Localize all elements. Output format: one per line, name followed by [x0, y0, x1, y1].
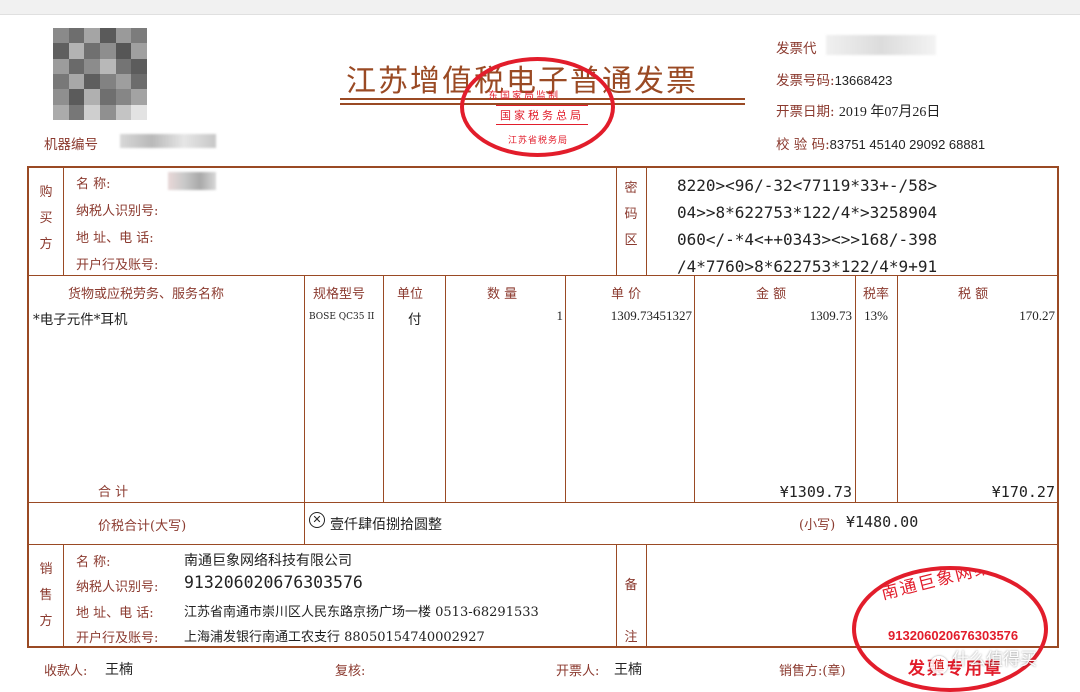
machine-no-label: 机器编号	[44, 137, 98, 153]
invoice-code-label: 发票代	[776, 41, 817, 57]
col-header-tax: 税 额	[958, 287, 989, 302]
frame-line-total-bottom	[27, 544, 1059, 545]
seller-bank-label: 开户行及账号:	[76, 631, 159, 646]
col-header-unit: 单位	[397, 287, 424, 302]
buyer-bank-label: 开户行及账号:	[76, 258, 159, 273]
tax-bureau-seal: 东国家局监制 国家税务总局 江苏省税务局	[460, 57, 615, 157]
item-name: *电子元件*耳机	[33, 312, 128, 328]
item-amount: 1309.73	[809, 308, 852, 323]
seller-name-label: 名 称:	[76, 555, 111, 570]
item-tax: 170.27	[1019, 308, 1055, 323]
seller-address-label: 地 址、电 话:	[76, 606, 154, 621]
invoice-no-label: 发票号码:	[776, 73, 835, 89]
col-header-price: 单 价	[611, 287, 642, 302]
seller-tax-id: 913206020676303576	[184, 573, 363, 592]
item-price: 1309.73451327	[610, 308, 692, 323]
item-spec: BOSE QC35 II	[309, 312, 375, 322]
remarks-side-label: 备 注	[624, 578, 638, 645]
cipher-line-2: 04>>8*622753*122/4*>3258904	[677, 203, 938, 222]
qr-code	[53, 28, 147, 120]
check-code-label: 校 验 码:	[776, 137, 830, 153]
col-header-spec: 规格型号	[313, 287, 366, 302]
viewer-top-bar	[0, 0, 1080, 15]
frame-right	[1057, 166, 1059, 648]
buyer-side-divider	[63, 166, 64, 276]
cipher-line-4: /4*7760>8*622753*122/4*9+91	[677, 257, 938, 276]
machine-no-redacted	[120, 134, 216, 148]
remarks-label-divider	[646, 545, 647, 647]
seal-bottom-line1: 南通巨象网络科技有限公司	[879, 566, 1048, 605]
grand-total-lower-label: (小写)	[799, 518, 836, 533]
invoice-date-value: 2019 年07月26日	[838, 105, 941, 120]
seal-bottom-line2: 913206020676303576	[888, 628, 1019, 643]
col-divider-unit	[383, 276, 384, 503]
invoice-code-redacted	[826, 35, 936, 55]
item-rate: 13%	[864, 308, 888, 323]
cipher-left-divider	[616, 166, 617, 276]
check-code-row: 校 验 码:83751 45140 29092 68881	[776, 133, 985, 153]
item-unit: 付	[408, 312, 422, 328]
seal-top-line3: 江苏省税务局	[508, 136, 569, 146]
invoice-no-row: 发票号码:13668423	[776, 69, 892, 89]
buyer-tax-id-label: 纳税人识别号:	[76, 204, 159, 219]
seller-address: 江苏省南通市崇川区人民东路京扬广场一楼 0513-68291533	[184, 605, 539, 620]
circle-x-icon: ✕	[309, 512, 325, 528]
buyer-name-redacted	[168, 172, 216, 190]
site-watermark: 值什么值得买	[930, 645, 1037, 674]
seller-side-label: 销 售 方	[39, 562, 53, 629]
col-header-amount: 金 额	[756, 287, 787, 302]
payee-value: 王楠	[105, 662, 133, 678]
seller-seal-label: 销售方:(章)	[779, 664, 846, 679]
seller-side-divider	[63, 545, 64, 647]
seal-top-line2: 国家税务总局	[496, 105, 588, 125]
frame-left	[27, 166, 29, 648]
watermark-text: 什么值得买	[952, 650, 1037, 670]
buyer-side-label: 购 买 方	[39, 185, 53, 252]
issuer-label: 开票人:	[556, 664, 600, 679]
frame-line-items-bottom	[27, 502, 1059, 503]
payee-label: 收款人:	[44, 664, 88, 679]
total-amount: ¥1309.73	[779, 483, 852, 501]
item-qty: 1	[556, 308, 564, 323]
invoice-date-row: 开票日期: 2019 年07月26日	[776, 100, 940, 121]
grand-total-upper: 壹仟肆佰捌拾圆整	[330, 517, 442, 533]
reviewer-label: 复核:	[335, 664, 366, 679]
total-label: 合 计	[98, 485, 129, 500]
col-divider-spec	[304, 276, 305, 503]
cipher-side-label: 密 码 区	[624, 181, 638, 248]
col-header-qty: 数 量	[487, 287, 518, 302]
seller-name: 南通巨象网络科技有限公司	[184, 553, 352, 569]
cipher-label-divider	[646, 166, 647, 276]
cipher-area: 8220><96/-32<77119*33+-/58> 04>>8*622753…	[677, 172, 937, 280]
check-code-value: 83751 45140 29092 68881	[829, 137, 986, 152]
issuer-value: 王楠	[614, 662, 642, 678]
total-tax: ¥170.27	[991, 483, 1055, 501]
invoice-no-value: 13668423	[834, 73, 893, 88]
buyer-name-label: 名 称:	[76, 177, 111, 192]
remarks-left-divider	[616, 545, 617, 647]
seal-top-line1: 东国家局监制	[488, 91, 560, 102]
frame-top	[27, 166, 1059, 168]
seller-bank: 上海浦发银行南通工农支行 88050154740002927	[184, 630, 485, 645]
zhi-logo-icon: 值	[930, 656, 948, 674]
cipher-line-3: 060</-*4<++0343><>>168/-398	[677, 230, 938, 249]
grand-total-divider	[304, 503, 305, 545]
seller-tax-id-label: 纳税人识别号:	[76, 580, 159, 595]
grand-total-label: 价税合计(大写)	[98, 519, 187, 534]
invoice-date-label: 开票日期:	[776, 104, 835, 120]
cipher-line-1: 8220><96/-32<77119*33+-/58>	[677, 176, 938, 195]
col-header-name: 货物或应税劳务、服务名称	[68, 287, 225, 302]
grand-total-lower: ¥1480.00	[846, 513, 919, 531]
buyer-address-label: 地 址、电 话:	[76, 231, 154, 246]
col-header-rate: 税率	[863, 287, 890, 302]
